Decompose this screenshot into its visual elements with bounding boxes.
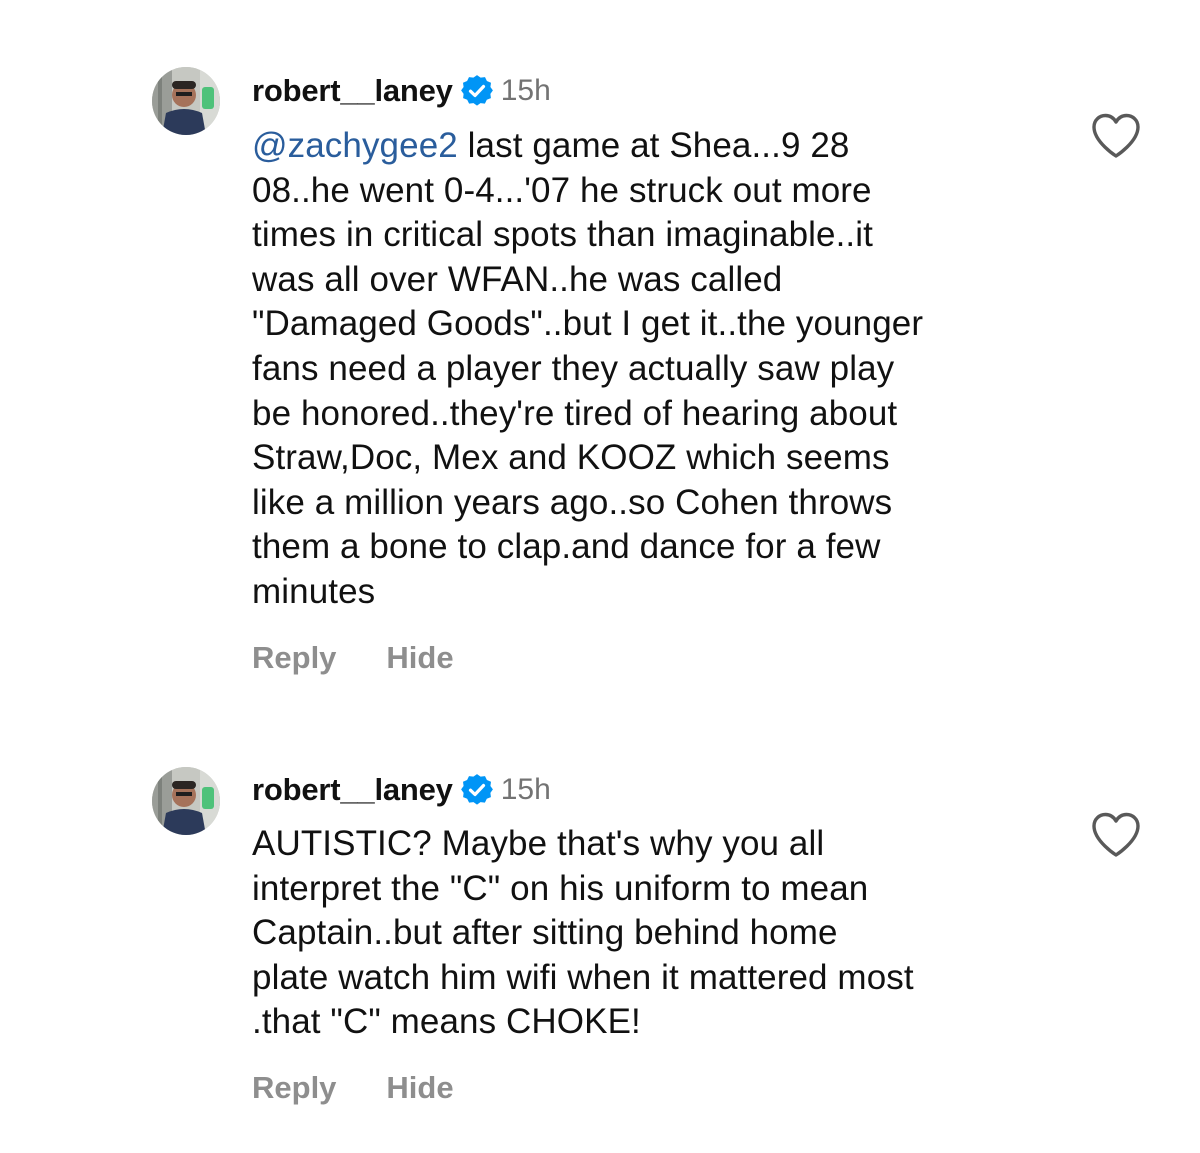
reply-button[interactable]: Reply (252, 1070, 336, 1106)
verified-badge-icon (460, 774, 493, 806)
comment-actions: Reply Hide (252, 1068, 454, 1108)
comment-header: robert__laney 15h (252, 770, 551, 810)
username[interactable]: robert__laney (252, 772, 453, 808)
hide-button[interactable]: Hide (386, 1070, 453, 1106)
comment-2: robert__laney 15h AUTISTIC? Maybe that's… (0, 0, 1200, 1153)
comment-body: AUTISTIC? Maybe that's why you all inter… (252, 824, 914, 1042)
timestamp: 15h (500, 773, 551, 806)
avatar[interactable] (152, 767, 220, 835)
heart-outline-icon (1092, 812, 1140, 857)
like-button[interactable] (1090, 811, 1142, 859)
